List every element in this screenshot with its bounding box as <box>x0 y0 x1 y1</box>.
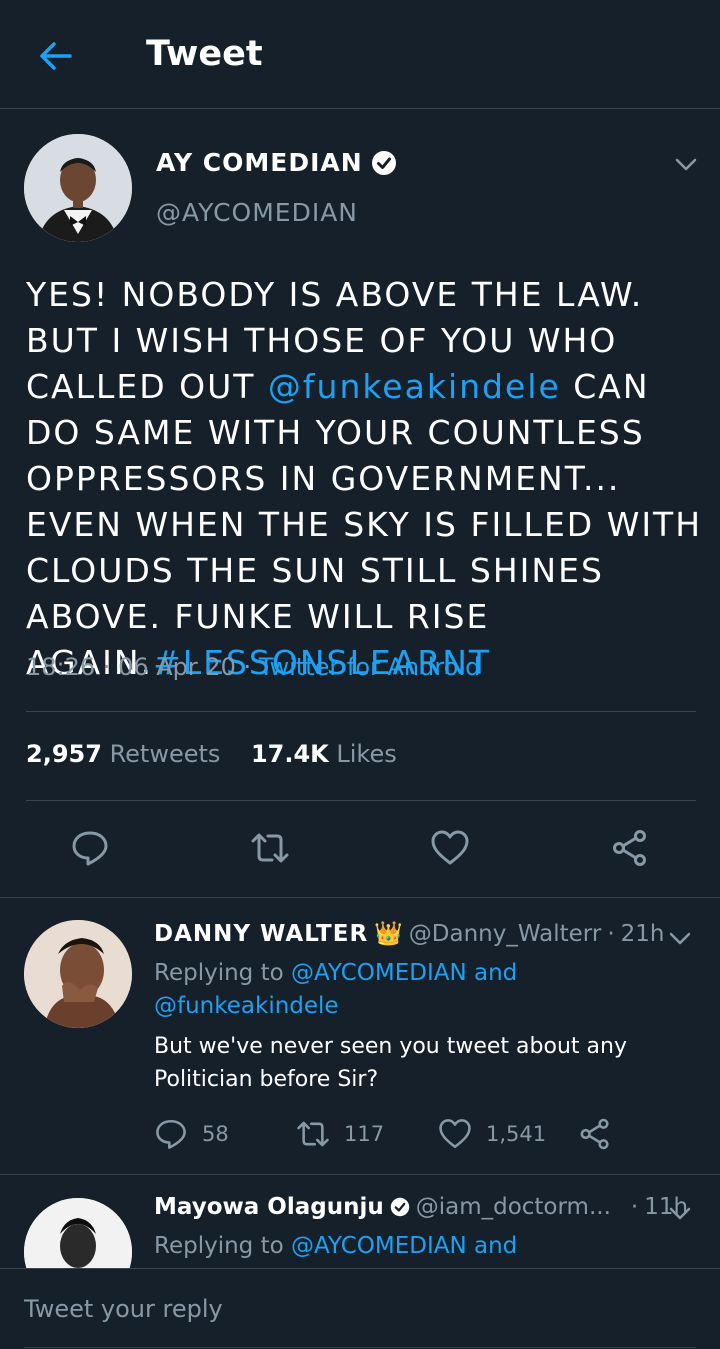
divider <box>26 800 696 801</box>
comment-icon[interactable] <box>70 828 110 868</box>
share-icon[interactable] <box>610 828 650 868</box>
divider <box>0 1174 720 1175</box>
reply-header: Mayowa Olagunju @iam_doctorm... · 11h <box>154 1194 689 1220</box>
chevron-down-icon[interactable] <box>667 925 693 951</box>
page-title: Tweet <box>146 34 263 74</box>
mention-link[interactable]: @funkeakindele <box>268 367 561 406</box>
comment-icon <box>156 1119 186 1149</box>
replying-to: Replying to @AYCOMEDIAN and <box>154 1233 518 1259</box>
reply-input[interactable] <box>24 1295 584 1323</box>
like-icon[interactable] <box>430 828 470 868</box>
retweet-icon <box>297 1121 329 1147</box>
reply-text: But we've never seen you tweet about any… <box>154 1034 627 1092</box>
tweet-meta: 18:26 · 06 Apr 20 · Twitter for Android <box>26 653 481 681</box>
chevron-down-icon[interactable] <box>672 150 700 178</box>
reply-author-handle[interactable]: @iam_doctorm... <box>416 1194 611 1220</box>
mention-link[interactable]: @AYCOMEDIAN and <box>291 960 517 986</box>
likes-stat[interactable]: 17.4K Likes <box>251 740 397 768</box>
mention-link[interactable]: @AYCOMEDIAN and <box>291 1233 517 1259</box>
reply-time: 21h <box>620 920 665 947</box>
author-handle[interactable]: @AYCOMEDIAN <box>156 198 358 227</box>
reply-avatar[interactable] <box>24 920 132 1028</box>
reply-retweet-action[interactable]: 117 <box>296 1117 384 1151</box>
divider <box>0 897 720 898</box>
mention-link[interactable]: @funkeakindele <box>154 990 339 1023</box>
source-link[interactable]: Twitter for Android <box>259 653 480 681</box>
reply-author-handle[interactable]: @Danny_Walterr <box>409 921 602 947</box>
back-arrow-icon[interactable] <box>36 36 76 76</box>
reply-like-action[interactable]: 1,541 <box>438 1117 546 1151</box>
top-bar: Tweet <box>0 0 720 109</box>
reply-header: DANNY WALTER 👑 @Danny_Walterr · 21h <box>154 920 665 948</box>
retweet-icon[interactable] <box>250 828 290 868</box>
reply-author-name[interactable]: DANNY WALTER <box>154 921 368 947</box>
share-icon[interactable] <box>578 1117 612 1151</box>
tweet-stats: 2,957 Retweets 17.4K Likes <box>26 740 397 768</box>
reply-author-name[interactable]: Mayowa Olagunju <box>154 1194 384 1220</box>
like-icon <box>439 1119 471 1149</box>
chevron-down-icon[interactable] <box>667 1200 693 1226</box>
replying-to: Replying to @AYCOMEDIAN and <box>154 960 518 986</box>
author-name[interactable]: AY COMEDIAN <box>156 148 397 177</box>
author-avatar[interactable] <box>24 134 132 242</box>
crown-badge: 👑 <box>374 921 403 947</box>
verified-badge-icon <box>390 1197 409 1217</box>
tweet-text: YES! NOBODY IS ABOVE THE LAW. BUT I WISH… <box>26 275 703 682</box>
verified-badge-icon <box>371 150 396 175</box>
reply-composer <box>0 1268 720 1349</box>
retweets-stat[interactable]: 2,957 Retweets <box>26 740 220 768</box>
divider <box>26 711 696 712</box>
reply-comment-action[interactable]: 58 <box>154 1117 229 1151</box>
